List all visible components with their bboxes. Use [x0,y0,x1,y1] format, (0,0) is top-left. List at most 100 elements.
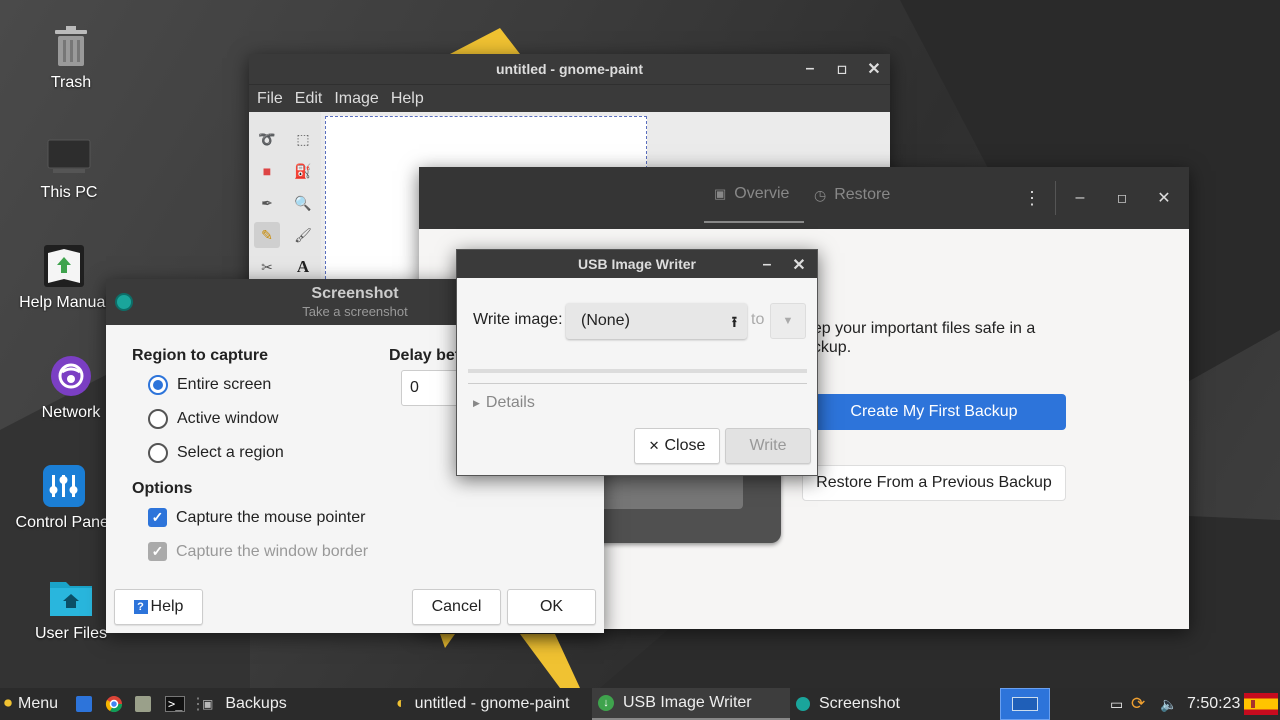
volume-icon[interactable]: 🔈 [1160,688,1177,720]
radio-active-window[interactable]: Active window [148,409,278,429]
radio-unselected-icon [148,443,168,463]
more-options-icon[interactable]: ⋮ [1018,183,1046,213]
zoom-icon[interactable]: 🔍 [290,190,316,216]
menu-edit[interactable]: Edit [289,90,329,108]
write-button[interactable]: Write [725,428,811,464]
task-label: untitled - gnome-paint [414,695,570,712]
close-dialog-button[interactable]: ✕ Close [634,428,720,464]
network-icon [49,354,93,398]
terminal-icon[interactable]: >_ [165,688,186,720]
menu-image[interactable]: Image [328,90,384,108]
close-button-label: Close [664,437,706,454]
divider [468,383,807,384]
desktop-icon-control-panel[interactable]: Control Panel [14,464,114,532]
create-first-backup-button[interactable]: Create My First Backup [802,394,1066,430]
workspace-switcher[interactable] [1000,688,1050,720]
task-backups[interactable]: ▣ Backups [198,688,388,720]
restore-previous-backup-button[interactable]: Restore From a Previous Backup [802,465,1066,501]
help-button-label: Help [150,598,184,615]
help-button[interactable]: ? Help [114,589,203,625]
details-label: Details [485,394,535,411]
rect-select-icon[interactable]: ⬚ [290,126,316,152]
task-usb-image-writer[interactable]: ↓ USB Image Writer [592,688,790,720]
minimize-button[interactable]: – [753,250,781,280]
radio-select-region[interactable]: Select a region [148,443,284,463]
paint-toolbox: ➰ ⬚ ■ ⛽ ✒ 🔍 ✎ 🖌 ✂ A [249,112,321,294]
desktop-icon-label: This PC [40,184,98,201]
eraser-icon[interactable]: ■ [254,158,280,184]
restore-icon: ◷ [814,186,827,203]
notifications-icon[interactable]: ▭ [1110,688,1123,720]
tab-restore[interactable]: ◷ Restore [814,167,890,223]
backups-headerbar[interactable]: ▣ Overvie ◷ Restore ⋮ – ◻ ✕ [419,167,1189,229]
task-screenshot[interactable]: Screenshot [792,688,990,720]
radio-entire-screen[interactable]: Entire screen [148,375,271,395]
region-heading: Region to capture [132,347,269,364]
chevron-down-icon: ▼ [782,315,794,327]
fill-bucket-icon[interactable]: ⛽ [290,158,316,184]
window-title: untitled - gnome-paint [496,61,643,77]
paint-titlebar[interactable]: untitled - gnome-paint – ◻ ✕ [249,54,890,84]
radio-label: Active window [177,410,279,427]
close-icon: ✕ [648,438,660,453]
lasso-icon[interactable]: ➰ [254,126,280,152]
delay-spinbutton[interactable]: 0 [401,370,461,406]
menu-file[interactable]: File [251,90,289,108]
help-manual-icon [42,244,86,288]
radio-selected-icon [148,375,168,395]
menu-help[interactable]: Help [385,90,430,108]
pencil-icon[interactable]: ✎ [254,222,280,248]
screenshot-app-icon [115,293,133,311]
tab-overview-label: Overvie [734,185,790,202]
menu-label: Menu [18,695,59,712]
checkmark-icon: ✓ [148,508,167,527]
checkbox-label: Capture the mouse pointer [176,508,366,526]
cancel-button[interactable]: Cancel [412,589,501,625]
desktop-icon-label: Help Manual [19,294,109,311]
clock[interactable]: 7:50:23 [1187,688,1240,720]
desktop-icon-trash[interactable]: Trash [16,24,126,92]
maximize-button[interactable]: ◻ [1108,183,1136,213]
task-label: Backups [225,695,287,712]
minimize-button[interactable]: – [796,54,824,84]
update-manager-icon[interactable]: ⟳ [1131,688,1145,720]
target-device-dropdown[interactable]: ▼ [770,303,806,339]
color-picker-icon[interactable]: ✒ [254,190,280,216]
close-button[interactable]: ✕ [1150,183,1178,213]
desktop-icon-label: Control Panel [15,514,113,531]
chrome-icon[interactable] [105,688,123,720]
backups-icon: ▣ [202,697,214,711]
task-gnome-paint[interactable]: ◐ untitled - gnome-paint [390,688,590,720]
usb-titlebar[interactable]: USB Image Writer – ✕ [457,250,817,278]
maximize-button[interactable]: ◻ [828,54,856,84]
close-button[interactable]: ✕ [860,54,888,84]
start-menu-button[interactable]: ⏺ Menu [4,688,58,720]
tab-overview[interactable]: ▣ Overvie [704,167,804,223]
delay-label: Delay bef [389,347,461,364]
desktop-icon-this-pc[interactable]: This PC [14,134,124,202]
image-file-chooser[interactable]: (None) ⭱ [566,303,747,339]
overview-icon: ▣ [714,186,727,201]
checkmark-icon: ✓ [148,542,167,561]
close-button[interactable]: ✕ [785,250,813,280]
details-expander[interactable]: ▶ Details [473,394,535,412]
write-progress-bar [468,369,807,373]
workspace-icon [1012,697,1038,711]
desktop-icon-help-manual[interactable]: Help Manual [14,244,114,312]
ok-button[interactable]: OK [507,589,596,625]
taskbar: ⏺ Menu >_ ⋮ ▣ Backups ◐ untitled - gnome… [0,688,1280,720]
to-label: to [751,311,765,328]
task-label: USB Image Writer [623,694,752,711]
upload-icon: ⭱ [731,314,737,331]
minimize-button[interactable]: – [1066,183,1094,213]
brush-icon[interactable]: 🖌 [290,222,316,248]
text-tool-icon[interactable]: A [290,254,316,280]
radio-unselected-icon [148,409,168,429]
checkbox-capture-border[interactable]: ✓ Capture the window border [148,542,368,561]
airbrush-icon[interactable]: ✂ [254,254,280,280]
computer-icon [47,134,91,178]
file-manager-icon[interactable] [135,688,151,720]
keyboard-layout-flag-icon[interactable] [1244,688,1278,720]
show-desktop-icon[interactable] [76,688,92,720]
checkbox-capture-pointer[interactable]: ✓ Capture the mouse pointer [148,508,365,527]
